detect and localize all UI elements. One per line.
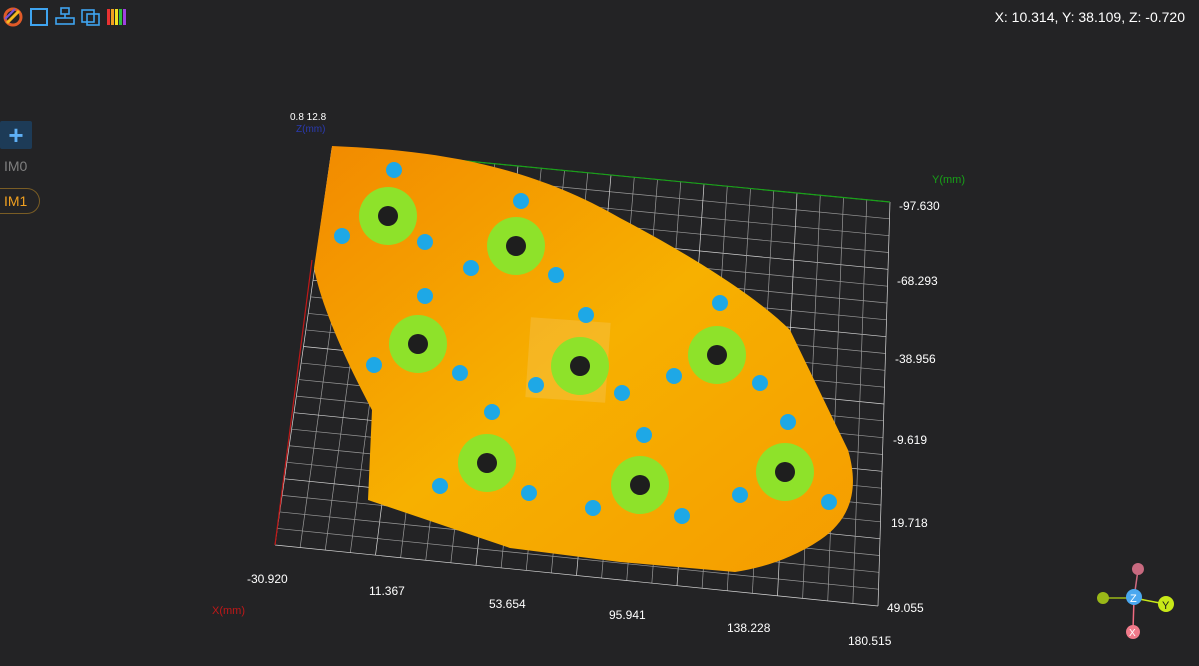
ring-hole [707,345,727,365]
through-hole [521,485,537,501]
y-tick-label: -68.293 [897,274,938,288]
through-hole [752,375,768,391]
z-axis-tick-overlap: 0.8 12.8 [290,112,327,123]
through-hole [780,414,796,430]
through-hole [484,404,500,420]
gizmo-y-label: Y [1162,600,1170,612]
through-hole [821,494,837,510]
through-hole [614,385,630,401]
grid-line [877,201,891,607]
grid-line [827,197,844,601]
through-hole [674,508,690,524]
x-tick-label: 95.941 [609,608,646,622]
through-hole [386,162,402,178]
grid-line [852,199,868,604]
through-hole [513,193,529,209]
through-hole [548,267,564,283]
through-hole [528,377,544,393]
through-hole [578,307,594,323]
y-tick-label: 49.055 [887,601,924,615]
x-tick-label: -30.920 [247,572,288,586]
x-tick-label: 11.367 [369,584,405,598]
through-hole [585,500,601,516]
x-axis-label: X(mm) [212,605,245,617]
through-hole [666,368,682,384]
through-hole [432,478,448,494]
ring-hole [775,462,795,482]
through-hole [636,427,652,443]
x-tick-label: 180.515 [848,634,892,648]
through-hole [463,260,479,276]
y-tick-label: -9.619 [893,433,927,447]
z-axis-label: Z(mm) [296,124,325,135]
orientation-gizmo[interactable]: Y X Z [1097,563,1174,639]
ring-hole [477,453,497,473]
gizmo-z-label: Z [1130,593,1137,605]
y-tick-label: -97.630 [899,199,940,213]
ring-hole [378,206,398,226]
gizmo-x-label: X [1129,628,1136,639]
ring-hole [570,356,590,376]
point-cloud-viewport[interactable]: 0.8 12.8 Z(mm) Y(mm) X(mm) -30.920 11.36… [0,0,1199,666]
through-hole [417,288,433,304]
y-axis-label: Y(mm) [932,174,965,186]
x-tick-label: 53.654 [489,597,526,611]
ring-hole [506,236,526,256]
gizmo-neg-y-handle[interactable] [1097,592,1109,604]
x-tick-label: 138.228 [727,621,771,635]
y-tick-label: -38.956 [895,352,936,366]
gizmo-neg-z-handle[interactable] [1132,563,1144,575]
through-hole [712,295,728,311]
through-hole [732,487,748,503]
through-hole [417,234,433,250]
through-hole [366,357,382,373]
y-tick-label: 19.718 [891,516,928,530]
ring-hole [408,334,428,354]
through-hole [334,228,350,244]
through-hole [452,365,468,381]
ring-hole [630,475,650,495]
